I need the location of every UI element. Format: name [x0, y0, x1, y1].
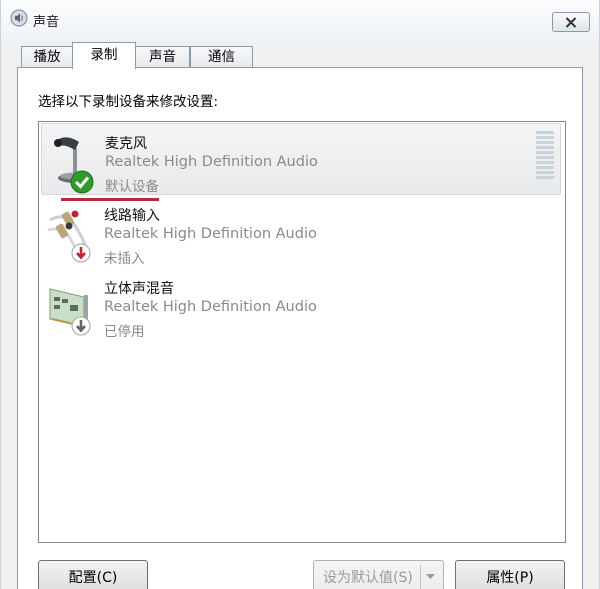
close-icon — [565, 16, 577, 28]
device-status: 已停用 — [104, 324, 145, 340]
speaker-icon — [10, 9, 28, 27]
device-name: 立体声混音 — [104, 281, 174, 297]
device-status: 默认设备 — [105, 179, 159, 195]
device-name: 麦克风 — [105, 136, 147, 152]
close-button[interactable] — [552, 12, 590, 32]
device-driver: Realtek High Definition Audio — [105, 154, 318, 170]
tab-sounds[interactable]: 声音 — [135, 46, 190, 68]
device-list[interactable]: 麦克风 Realtek High Definition Audio 默认设备 线… — [38, 121, 566, 543]
level-meter — [536, 131, 554, 179]
window-title: 声音 — [33, 15, 60, 30]
check-icon — [70, 170, 94, 194]
chevron-down-icon[interactable] — [425, 570, 436, 584]
device-item-microphone[interactable]: 麦克风 Realtek High Definition Audio 默认设备 — [41, 123, 561, 195]
device-status: 未插入 — [104, 251, 145, 267]
device-name: 线路输入 — [104, 208, 160, 224]
configure-button[interactable]: 配置(C) — [38, 560, 148, 589]
device-item-line-in[interactable]: 线路输入 Realtek High Definition Audio 未插入 — [41, 196, 561, 268]
title-bar: 声音 — [1, 0, 599, 42]
instruction-text: 选择以下录制设备来修改设置: — [38, 94, 219, 110]
tab-recording[interactable]: 录制 — [72, 42, 136, 69]
device-driver: Realtek High Definition Audio — [104, 226, 317, 242]
device-item-stereo-mix[interactable]: 立体声混音 Realtek High Definition Audio 已停用 — [41, 269, 561, 341]
split-divider — [420, 565, 421, 589]
tab-communications[interactable]: 通信 — [190, 46, 253, 68]
gray-down-arrow-icon — [71, 316, 91, 336]
set-default-label: 设为默认值(S) — [323, 570, 413, 586]
device-driver: Realtek High Definition Audio — [104, 299, 317, 315]
recording-panel: 选择以下录制设备来修改设置: 麦克风 Realtek High Definiti… — [17, 67, 583, 589]
sound-dialog: 声音 播放 录制 声音 通信 选择以下录制设备来修改设置: 麦克风 Realte… — [0, 0, 600, 589]
tab-playback[interactable]: 播放 — [21, 46, 73, 68]
red-down-arrow-icon — [71, 243, 91, 263]
tab-strip: 播放 录制 声音 通信 — [17, 42, 587, 69]
set-default-split-button[interactable]: 设为默认值(S) — [313, 560, 444, 589]
properties-button[interactable]: 属性(P) — [455, 560, 565, 589]
